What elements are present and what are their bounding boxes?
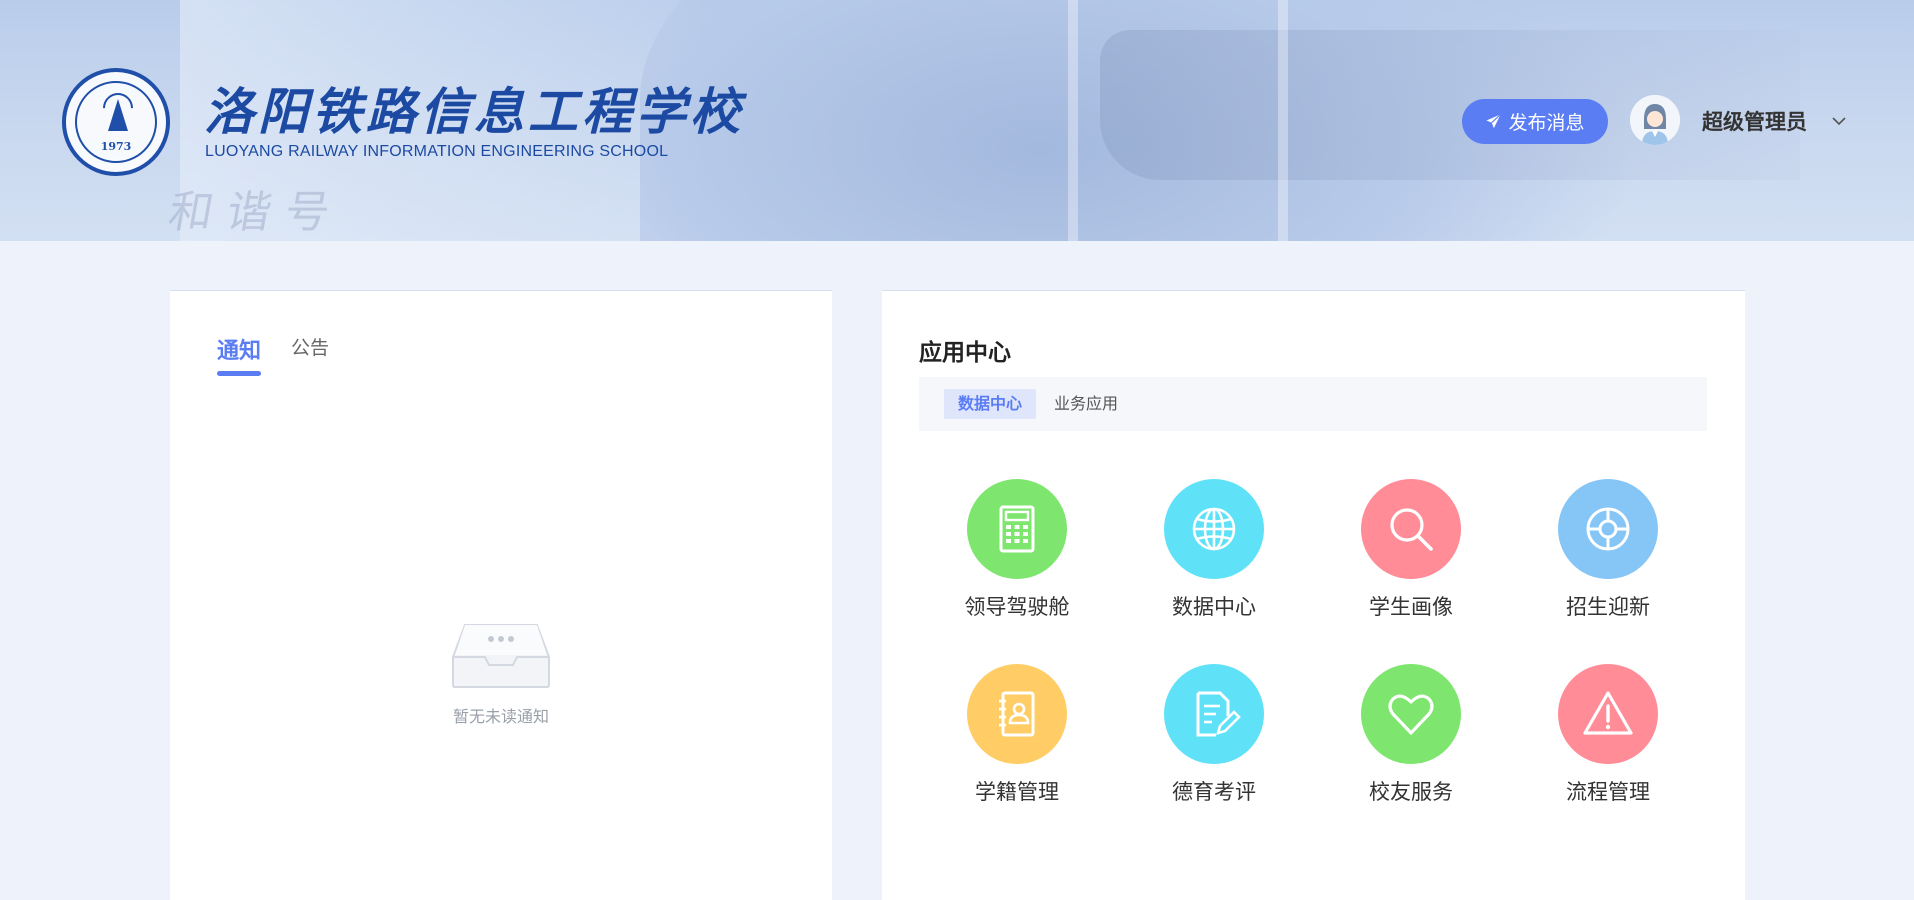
notice-panel: 通知 公告 暂无未读通知 bbox=[170, 290, 832, 900]
heart-icon bbox=[1388, 694, 1434, 735]
paper-plane-icon bbox=[1486, 113, 1502, 129]
app-label: 学生画像 bbox=[1369, 595, 1453, 619]
app-label: 学籍管理 bbox=[975, 780, 1059, 804]
tab-notice[interactable]: 通知 bbox=[217, 333, 262, 379]
app-icon-circle bbox=[1361, 664, 1461, 764]
app-center-title: 应用中心 bbox=[919, 340, 1011, 366]
app-label: 招生迎新 bbox=[1566, 595, 1650, 619]
app-icon-circle bbox=[1361, 479, 1461, 579]
school-name-en: LUOYANG RAILWAY INFORMATION ENGINEERING … bbox=[205, 143, 669, 160]
app-icon-circle bbox=[1558, 664, 1658, 764]
document-edit-icon bbox=[1196, 691, 1241, 737]
magnifier-icon bbox=[1390, 508, 1433, 551]
tower-icon bbox=[108, 99, 128, 131]
school-seal-logo: 1973 bbox=[62, 68, 170, 176]
app-label: 校友服务 bbox=[1369, 780, 1453, 804]
banner-pillar bbox=[1278, 0, 1288, 241]
app-admissions[interactable]: 招生迎新 bbox=[1543, 479, 1673, 621]
user-avatar[interactable] bbox=[1630, 95, 1680, 145]
calculator-icon bbox=[999, 505, 1035, 553]
empty-notice-text: 暂无未读通知 bbox=[452, 707, 549, 726]
app-icon-circle bbox=[967, 479, 1067, 579]
seal-year: 1973 bbox=[100, 140, 132, 153]
app-icon-circle bbox=[1164, 479, 1264, 579]
subtab-business-apps[interactable]: 业务应用 bbox=[1040, 389, 1132, 419]
app-student-profile[interactable]: 学生画像 bbox=[1346, 479, 1476, 621]
subtab-data-center[interactable]: 数据中心 bbox=[944, 389, 1037, 419]
app-student-records[interactable]: 学籍管理 bbox=[952, 664, 1082, 806]
app-label: 德育考评 bbox=[1172, 780, 1256, 804]
app-icon-circle bbox=[1558, 479, 1658, 579]
app-alumni-service[interactable]: 校友服务 bbox=[1346, 664, 1476, 806]
publish-button-label: 发布消息 bbox=[1508, 112, 1585, 134]
user-avatar-icon bbox=[1630, 95, 1680, 145]
contact-book-icon bbox=[999, 691, 1035, 737]
app-process-management[interactable]: 流程管理 bbox=[1543, 664, 1673, 806]
empty-state: 暂无未读通知 bbox=[170, 621, 832, 727]
notice-tabs: 通知 公告 bbox=[217, 333, 329, 379]
user-name[interactable]: 超级管理员 bbox=[1702, 106, 1807, 136]
app-leader-cockpit[interactable]: 领导驾驶舱 bbox=[952, 479, 1082, 621]
app-icon-circle bbox=[967, 664, 1067, 764]
app-label: 领导驾驶舱 bbox=[964, 595, 1070, 619]
seal-inner-ring: 1973 bbox=[75, 81, 157, 163]
lifebuoy-icon bbox=[1586, 507, 1630, 551]
banner-train-window bbox=[1100, 30, 1800, 180]
app-icon-circle bbox=[1164, 664, 1264, 764]
banner-pillar bbox=[1068, 0, 1078, 241]
app-label: 数据中心 bbox=[1172, 595, 1256, 619]
publish-message-button[interactable]: 发布消息 bbox=[1462, 99, 1608, 144]
app-data-center[interactable]: 数据中心 bbox=[1149, 479, 1279, 621]
app-center-panel: 应用中心 数据中心 业务应用 领导驾驶舱 数据中心 学生画像 招生迎新 学籍管理… bbox=[882, 290, 1745, 900]
banner-train-text: 和谐号 bbox=[164, 187, 348, 238]
school-name-cn: 洛阳铁路信息工程学校 bbox=[204, 82, 744, 141]
globe-icon bbox=[1192, 507, 1236, 551]
tab-announcement[interactable]: 公告 bbox=[291, 333, 329, 379]
chevron-down-icon[interactable] bbox=[1830, 112, 1848, 130]
app-center-subtabs: 数据中心 业务应用 bbox=[919, 377, 1707, 431]
app-moral-evaluation[interactable]: 德育考评 bbox=[1149, 664, 1279, 806]
warning-icon bbox=[1583, 691, 1633, 735]
empty-inbox-icon bbox=[452, 624, 550, 688]
app-label: 流程管理 bbox=[1566, 780, 1650, 804]
header-banner: 和谐号 1973 洛阳铁路信息工程学校 LUOYANG RAILWAY INFO… bbox=[0, 0, 1914, 241]
